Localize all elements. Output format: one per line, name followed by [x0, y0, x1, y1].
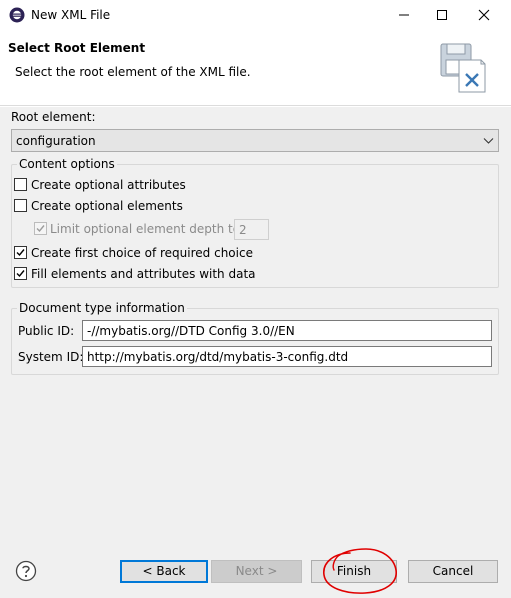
- public-id-label: Public ID:: [18, 324, 75, 338]
- help-icon[interactable]: [15, 560, 37, 582]
- eclipse-icon: [9, 7, 25, 23]
- depth-value: 2: [239, 223, 247, 237]
- page-title: Select Root Element: [8, 41, 146, 55]
- next-button[interactable]: Next >: [211, 560, 302, 583]
- title-bar: New XML File: [0, 0, 511, 30]
- public-id-value: -//mybatis.org//DTD Config 3.0//EN: [87, 324, 295, 338]
- root-element-dropdown[interactable]: configuration: [11, 129, 499, 152]
- system-id-label: System ID:: [18, 350, 84, 364]
- create-optional-attributes-label: Create optional attributes: [31, 178, 186, 192]
- finish-button[interactable]: Finish: [311, 560, 397, 583]
- wizard-banner: Select Root Element Select the root elem…: [0, 30, 511, 106]
- limit-depth-label: Limit optional element depth to:: [50, 222, 245, 236]
- xml-file-wizard-icon: [440, 43, 486, 93]
- maximize-icon: [437, 10, 447, 20]
- fill-data-label: Fill elements and attributes with data: [31, 267, 256, 281]
- minimize-icon: [399, 14, 409, 16]
- fill-data-checkbox[interactable]: [14, 267, 27, 280]
- content-options-legend: Content options: [17, 157, 117, 171]
- close-icon: [478, 9, 490, 21]
- checkmark-icon: [16, 249, 25, 257]
- create-optional-elements-checkbox[interactable]: [14, 199, 27, 212]
- system-id-input[interactable]: http://mybatis.org/dtd/mybatis-3-config.…: [82, 346, 492, 367]
- root-element-label: Root element:: [11, 110, 96, 124]
- close-button[interactable]: [464, 0, 504, 30]
- first-choice-label: Create first choice of required choice: [31, 246, 253, 260]
- cancel-button[interactable]: Cancel: [408, 560, 498, 583]
- maximize-button[interactable]: [422, 0, 462, 30]
- chevron-down-icon: [483, 138, 494, 144]
- root-element-value: configuration: [16, 134, 96, 148]
- create-optional-elements-label: Create optional elements: [31, 199, 183, 213]
- minimize-button[interactable]: [384, 0, 424, 30]
- window-title: New XML File: [31, 8, 111, 22]
- doctype-legend: Document type information: [17, 301, 187, 315]
- first-choice-checkbox[interactable]: [14, 246, 27, 259]
- checkmark-icon: [16, 270, 25, 278]
- depth-input[interactable]: 2: [234, 219, 269, 240]
- back-button[interactable]: < Back: [120, 560, 208, 583]
- checkmark-icon: [36, 225, 45, 233]
- limit-depth-checkbox[interactable]: [34, 222, 47, 235]
- system-id-value: http://mybatis.org/dtd/mybatis-3-config.…: [87, 350, 349, 364]
- page-description: Select the root element of the XML file.: [15, 65, 251, 79]
- public-id-input[interactable]: -//mybatis.org//DTD Config 3.0//EN: [82, 320, 492, 341]
- create-optional-attributes-checkbox[interactable]: [14, 178, 27, 191]
